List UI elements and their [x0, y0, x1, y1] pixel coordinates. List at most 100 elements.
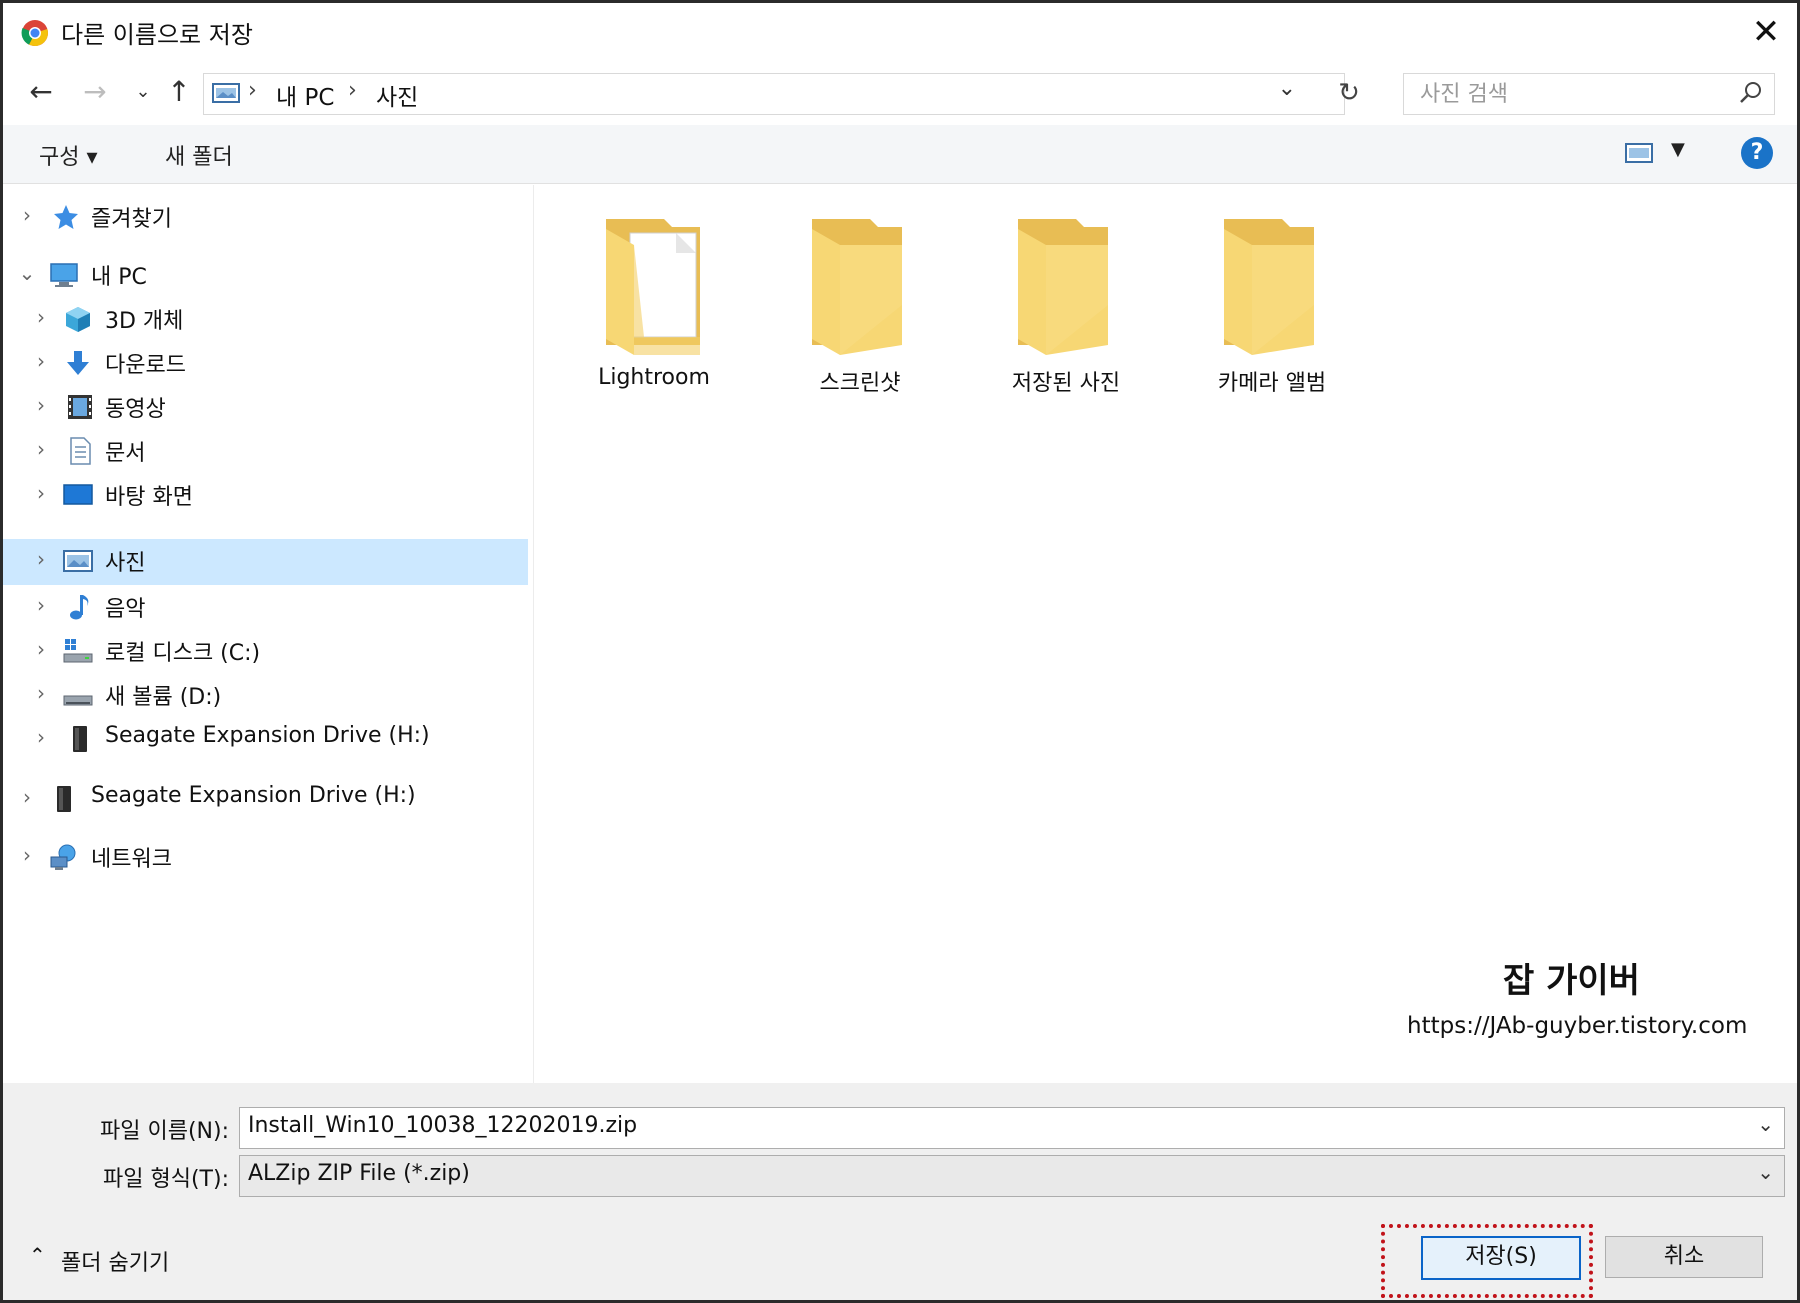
- chevron-right-icon[interactable]: ›: [31, 305, 51, 329]
- nav-item-seagate-h[interactable]: › Seagate Expansion Drive (H:): [3, 717, 528, 761]
- refresh-button[interactable]: ↻: [1329, 73, 1369, 113]
- cancel-button[interactable]: 취소: [1605, 1236, 1763, 1278]
- chevron-right-icon[interactable]: ›: [31, 437, 51, 461]
- view-dropdown-icon[interactable]: ▼: [1671, 139, 1685, 160]
- dialog-title: 다른 이름으로 저장: [61, 21, 253, 49]
- nav-item-this-pc[interactable]: ⌄ 내 PC: [3, 253, 528, 297]
- chevron-down-icon[interactable]: ⌄: [17, 261, 37, 285]
- arrow-left-icon: ←: [29, 75, 53, 108]
- filetype-value: ALZip ZIP File (*.zip): [248, 1161, 470, 1186]
- folder-icon: [1224, 219, 1314, 355]
- chrome-icon: [21, 20, 48, 47]
- nav-item-desktop[interactable]: › 바탕 화면: [3, 473, 528, 517]
- nav-item-downloads[interactable]: › 다운로드: [3, 341, 528, 385]
- title-bar: 다른 이름으로 저장 ✕: [3, 3, 1797, 61]
- filename-input[interactable]: Install_Win10_10038_12202019.zip ⌄: [239, 1107, 1785, 1149]
- nav-item-documents[interactable]: › 문서: [3, 429, 528, 473]
- navigation-pane: › 즐겨찾기 ⌄ 내 PC › 3D 개체 › 다운로드 › 동영상 › 문서 …: [3, 185, 534, 1083]
- nav-label: 3D 개체: [105, 309, 184, 334]
- breadcrumb-pictures[interactable]: 사진: [376, 78, 418, 112]
- nav-item-local-disk-c[interactable]: › 로컬 디스크 (C:): [3, 629, 528, 673]
- breadcrumb-separator-icon: ›: [248, 78, 257, 103]
- file-list: Lightroom 스크린샷 저장된 사진 카메라 앨범 잡 가이버 https…: [534, 185, 1797, 1083]
- nav-item-network[interactable]: › 네트워크: [3, 835, 528, 879]
- folder-label: 저장된 사진: [1011, 371, 1121, 396]
- up-button[interactable]: ↑: [161, 71, 197, 113]
- search-icon: [1740, 82, 1761, 103]
- hide-folders-button[interactable]: 폴더 숨기기: [61, 1245, 169, 1277]
- nav-item-new-volume-d[interactable]: › 새 볼륨 (D:): [3, 673, 528, 717]
- back-button[interactable]: ←: [23, 71, 59, 113]
- folder-item-lightroom[interactable]: Lightroom: [564, 215, 744, 405]
- local-disk-icon: [63, 639, 93, 663]
- save-panel: 파일 이름(N): Install_Win10_10038_12202019.z…: [3, 1083, 1797, 1300]
- document-icon: [70, 437, 91, 465]
- breadcrumb-separator-icon: ›: [348, 78, 357, 103]
- star-icon: [54, 205, 78, 229]
- pictures-icon: [63, 550, 93, 572]
- new-folder-button[interactable]: 새 폴더: [165, 139, 233, 171]
- nav-item-3d-objects[interactable]: › 3D 개체: [3, 297, 528, 341]
- folder-label: 스크린샷: [819, 371, 901, 396]
- folder-item-screenshots[interactable]: 스크린샷: [770, 215, 950, 405]
- filetype-select[interactable]: ALZip ZIP File (*.zip) ⌄: [239, 1155, 1785, 1197]
- close-button[interactable]: ✕: [1741, 7, 1791, 57]
- nav-label: 바탕 화면: [105, 485, 193, 510]
- external-drive-icon: [73, 726, 87, 752]
- watermark-url: https://JAb-guyber.tistory.com: [1407, 1013, 1748, 1039]
- breadcrumb-pc[interactable]: 내 PC: [276, 78, 334, 112]
- recent-locations-button[interactable]: ⌄: [125, 71, 161, 113]
- chevron-right-icon[interactable]: ›: [31, 637, 51, 661]
- organize-button[interactable]: 구성 ▾: [39, 139, 98, 171]
- pc-icon: [50, 263, 78, 287]
- nav-item-videos[interactable]: › 동영상: [3, 385, 528, 429]
- folder-icon: [812, 219, 902, 355]
- music-icon: [70, 595, 89, 620]
- chevron-right-icon[interactable]: ›: [31, 349, 51, 373]
- help-button[interactable]: ?: [1741, 137, 1773, 169]
- forward-button[interactable]: →: [77, 71, 113, 113]
- chevron-right-icon[interactable]: ›: [31, 593, 51, 617]
- nav-label: 음악: [105, 597, 146, 622]
- nav-label: Seagate Expansion Drive (H:): [91, 783, 416, 808]
- nav-label: 사진: [105, 551, 146, 576]
- search-input[interactable]: [1418, 76, 1722, 112]
- nav-item-seagate-h-root[interactable]: › Seagate Expansion Drive (H:): [3, 777, 528, 821]
- nav-label: 새 볼륨 (D:): [105, 685, 222, 710]
- nav-label: 다운로드: [105, 353, 186, 378]
- chevron-right-icon[interactable]: ›: [17, 203, 37, 227]
- chevron-up-icon[interactable]: ⌃: [29, 1243, 46, 1267]
- filename-value: Install_Win10_10038_12202019.zip: [248, 1113, 638, 1138]
- address-bar[interactable]: › 내 PC › 사진 ⌄: [203, 73, 1345, 115]
- chevron-right-icon[interactable]: ›: [31, 481, 51, 505]
- folder-icon: [606, 219, 700, 355]
- chevron-right-icon[interactable]: ›: [17, 843, 37, 867]
- nav-item-music[interactable]: › 음악: [3, 585, 528, 629]
- chevron-down-icon[interactable]: ⌄: [1757, 1160, 1774, 1184]
- address-dropdown-icon[interactable]: ⌄: [1278, 76, 1296, 101]
- external-drive-icon: [57, 786, 71, 812]
- chevron-right-icon[interactable]: ›: [31, 681, 51, 705]
- nav-label: 네트워크: [91, 847, 172, 872]
- folder-item-saved-pictures[interactable]: 저장된 사진: [976, 215, 1156, 405]
- chevron-right-icon[interactable]: ›: [31, 547, 51, 571]
- refresh-icon: ↻: [1338, 78, 1360, 108]
- save-as-dialog: 다른 이름으로 저장 ✕ ← → ⌄ ↑ › 내 PC › 사진 ⌄ ↻ 사진 …: [0, 0, 1800, 1303]
- folder-label: 카메라 앨범: [1217, 371, 1327, 396]
- nav-item-favorites[interactable]: › 즐겨찾기: [3, 195, 528, 239]
- chevron-down-icon[interactable]: ⌄: [1757, 1112, 1774, 1136]
- nav-label: 내 PC: [91, 265, 147, 290]
- view-options-icon[interactable]: [1625, 143, 1653, 163]
- chevron-right-icon[interactable]: ›: [31, 393, 51, 417]
- save-button[interactable]: 저장(S): [1421, 1236, 1581, 1280]
- chevron-right-icon[interactable]: ›: [17, 785, 37, 809]
- watermark-title: 잡 가이버: [1503, 961, 1640, 1001]
- folder-label: Lightroom: [598, 365, 710, 390]
- nav-item-pictures[interactable]: › 사진: [3, 539, 528, 585]
- folder-icon: [1018, 219, 1108, 355]
- nav-label: 동영상: [105, 397, 166, 422]
- chevron-right-icon[interactable]: ›: [31, 725, 51, 749]
- folder-item-camera-roll[interactable]: 카메라 앨범: [1182, 215, 1362, 405]
- command-bar: 구성 ▾ 새 폴더 ▼ ?: [3, 125, 1797, 184]
- pictures-icon: [212, 83, 240, 103]
